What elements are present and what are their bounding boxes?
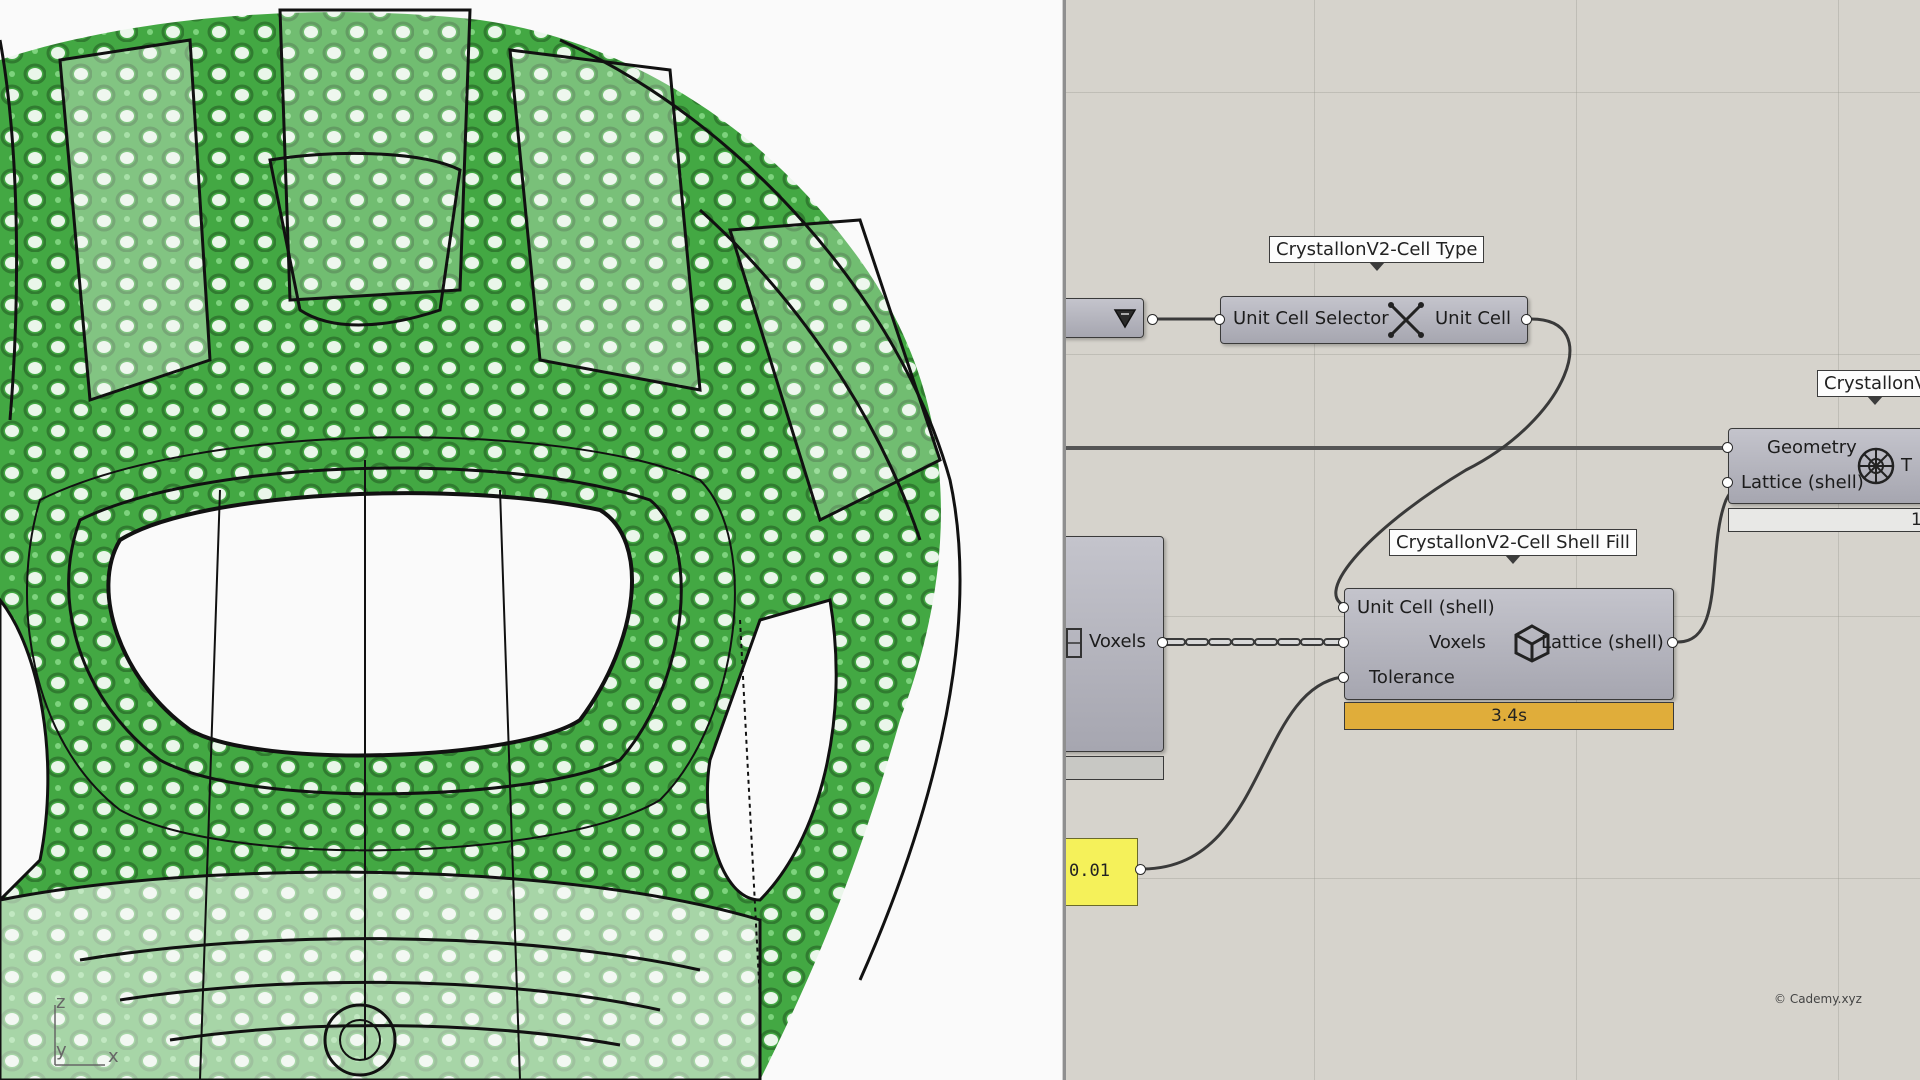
- value-list-node[interactable]: [1066, 298, 1144, 338]
- shell-fill-input-unit-cell: Unit Cell (shell): [1357, 597, 1495, 618]
- unit-cell-selector-output-port[interactable]: [1521, 314, 1532, 325]
- voxels-output-label: Voxels: [1089, 631, 1146, 652]
- value-list-output-port[interactable]: [1147, 314, 1158, 325]
- shell-fill-port-tolerance[interactable]: [1338, 672, 1349, 683]
- axis-x-label: x: [108, 1046, 119, 1067]
- rhino-viewport[interactable]: z y x: [0, 0, 1062, 1080]
- lattice-sphere-icon: [1857, 447, 1895, 485]
- right-node[interactable]: Geometry Lattice (shell) T: [1728, 428, 1920, 504]
- unit-cell-selector-input-port[interactable]: [1214, 314, 1225, 325]
- shell-fill-input-tolerance: Tolerance: [1369, 667, 1455, 688]
- cell-shell-fill-node[interactable]: Unit Cell (shell) Voxels Tolerance Latti…: [1344, 588, 1674, 700]
- shell-fill-port-unit-cell[interactable]: [1338, 602, 1349, 613]
- shell-fill-port-voxels[interactable]: [1338, 637, 1349, 648]
- unit-cell-selector-node[interactable]: Unit Cell Selector Unit Cell: [1220, 296, 1528, 344]
- right-node-status-value: 16: [1911, 510, 1920, 530]
- tolerance-panel-output-port[interactable]: [1135, 864, 1146, 875]
- right-node-port-geometry[interactable]: [1722, 442, 1733, 453]
- tolerance-panel[interactable]: 0.01: [1066, 838, 1138, 906]
- right-node-output-label: T: [1901, 455, 1912, 476]
- unit-cell-selector-input-label: Unit Cell Selector: [1233, 308, 1389, 329]
- right-node-port-lattice[interactable]: [1722, 477, 1733, 488]
- axis-z-label: z: [56, 992, 66, 1013]
- right-node-status-bar: 16: [1728, 508, 1920, 532]
- voxel-icon: [1066, 628, 1082, 658]
- shell-fill-runtime-bar: 3.4s: [1344, 702, 1674, 730]
- shell-fill-port-lattice[interactable]: [1667, 637, 1678, 648]
- unit-cell-selector-output-label: Unit Cell: [1435, 308, 1512, 329]
- watermark: © Cademy.xyz: [1774, 992, 1862, 1006]
- voxels-node[interactable]: Voxels: [1066, 536, 1164, 752]
- voxels-output-port[interactable]: [1157, 637, 1168, 648]
- grasshopper-canvas[interactable]: CrystallonV2-Cell Type CrystallonV2-Cell…: [1066, 0, 1920, 1080]
- shell-fill-output-lattice: Lattice (shell): [1541, 632, 1664, 653]
- tag-right: CrystallonV: [1817, 370, 1920, 405]
- tag-shell-fill: CrystallonV2-Cell Shell Fill: [1389, 529, 1637, 564]
- tolerance-value: 0.01: [1069, 861, 1110, 881]
- voxels-status-bar: [1066, 756, 1164, 780]
- right-node-input-geometry: Geometry: [1767, 437, 1857, 458]
- axis-y-label: y: [56, 1040, 67, 1061]
- tag-cell-type: CrystallonV2-Cell Type: [1269, 236, 1485, 271]
- right-node-input-lattice: Lattice (shell): [1741, 472, 1864, 493]
- shell-fill-input-voxels: Voxels: [1429, 632, 1486, 653]
- helmet-model: [0, 8, 962, 1080]
- dropdown-triangle-icon[interactable]: [1113, 307, 1137, 329]
- unit-cell-icon: [1388, 302, 1424, 338]
